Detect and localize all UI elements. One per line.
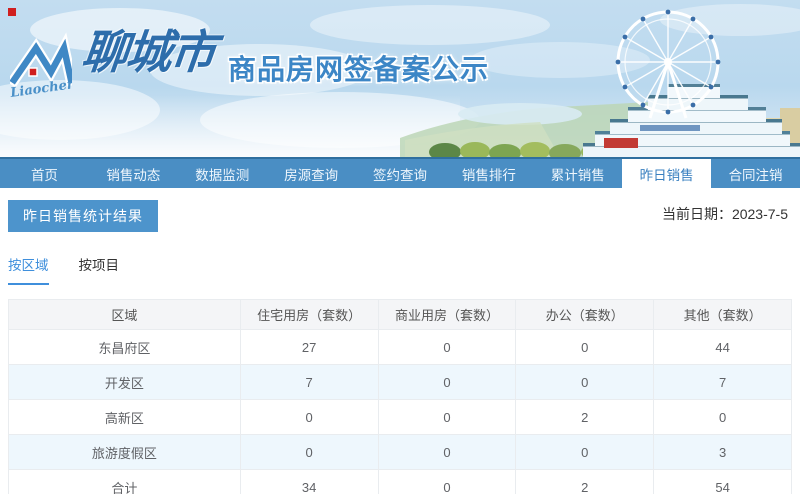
table-row: 东昌府区 27 0 0 44 [9, 330, 792, 365]
corner-red-mark-icon [8, 8, 16, 16]
current-date-label: 当前日期：2023-7-5 [662, 204, 788, 224]
nav-item-sales-ranking[interactable]: 销售排行 [444, 159, 533, 188]
main-nav: 首页 销售动态 数据监测 房源查询 签约查询 销售排行 累计销售 昨日销售 合同… [0, 157, 800, 188]
value-cell: 27 [240, 330, 378, 365]
value-cell: 7 [240, 365, 378, 400]
table-row-total: 合计 34 0 2 54 [9, 470, 792, 494]
horizon-haze [0, 95, 460, 157]
nav-item-contract-search[interactable]: 签约查询 [356, 159, 445, 188]
nav-item-cumulative-sales[interactable]: 累计销售 [533, 159, 622, 188]
value-cell: 3 [654, 435, 792, 470]
brand-row: Liaocheng 聊城市 商品房网签备案公示 [10, 24, 489, 104]
value-cell: 0 [654, 400, 792, 435]
value-cell: 2 [516, 470, 654, 494]
table-row: 开发区 7 0 0 7 [9, 365, 792, 400]
value-cell: 0 [516, 435, 654, 470]
value-cell: 0 [378, 330, 516, 365]
value-cell: 0 [378, 365, 516, 400]
value-cell: 0 [240, 435, 378, 470]
col-header-commercial: 商业用房（套数） [378, 300, 516, 330]
site-title: 商品房网签备案公示 [228, 48, 489, 88]
tab-by-region[interactable]: 按区域 [8, 254, 49, 285]
nav-item-contract-cancel[interactable]: 合同注销 [711, 159, 800, 188]
tab-by-project[interactable]: 按项目 [79, 254, 120, 285]
value-cell: 0 [378, 470, 516, 494]
col-header-office: 办公（套数） [516, 300, 654, 330]
value-cell: 0 [516, 365, 654, 400]
value-cell: 2 [516, 400, 654, 435]
liaocheng-logo-icon: Liaocheng [10, 24, 72, 104]
value-cell: 54 [654, 470, 792, 494]
region-cell: 合计 [9, 470, 241, 494]
nav-item-listing-search[interactable]: 房源查询 [267, 159, 356, 188]
value-cell: 44 [654, 330, 792, 365]
table-row: 高新区 0 0 2 0 [9, 400, 792, 435]
nav-item-data-monitor[interactable]: 数据监测 [178, 159, 267, 188]
nav-item-home[interactable]: 首页 [0, 159, 89, 188]
table-header-row: 区域 住宅用房（套数） 商业用房（套数） 办公（套数） 其他（套数） [9, 300, 792, 330]
site-header: Liaocheng 聊城市 商品房网签备案公示 [0, 0, 800, 157]
nav-item-sales-news[interactable]: 销售动态 [89, 159, 178, 188]
value-cell: 0 [516, 330, 654, 365]
value-cell: 7 [654, 365, 792, 400]
col-header-region: 区域 [9, 300, 241, 330]
value-cell: 0 [240, 400, 378, 435]
sales-stats-table: 区域 住宅用房（套数） 商业用房（套数） 办公（套数） 其他（套数） 东昌府区 … [8, 299, 792, 494]
region-cell: 旅游度假区 [9, 435, 241, 470]
col-header-other: 其他（套数） [654, 300, 792, 330]
region-cell: 高新区 [9, 400, 241, 435]
value-cell: 0 [378, 435, 516, 470]
col-header-residential: 住宅用房（套数） [240, 300, 378, 330]
table-row: 旅游度假区 0 0 0 3 [9, 435, 792, 470]
content-area: 昨日销售统计结果 当前日期：2023-7-5 按区域 按项目 区域 住宅用房（套… [0, 188, 800, 494]
region-cell: 开发区 [9, 365, 241, 400]
value-cell: 34 [240, 470, 378, 494]
value-cell: 0 [378, 400, 516, 435]
nav-item-yesterday-sales[interactable]: 昨日销售 [622, 159, 711, 188]
section-title-badge: 昨日销售统计结果 [8, 200, 158, 232]
view-tabs: 按区域 按项目 [8, 254, 792, 285]
city-name: 聊城市 [79, 26, 217, 79]
region-cell: 东昌府区 [9, 330, 241, 365]
